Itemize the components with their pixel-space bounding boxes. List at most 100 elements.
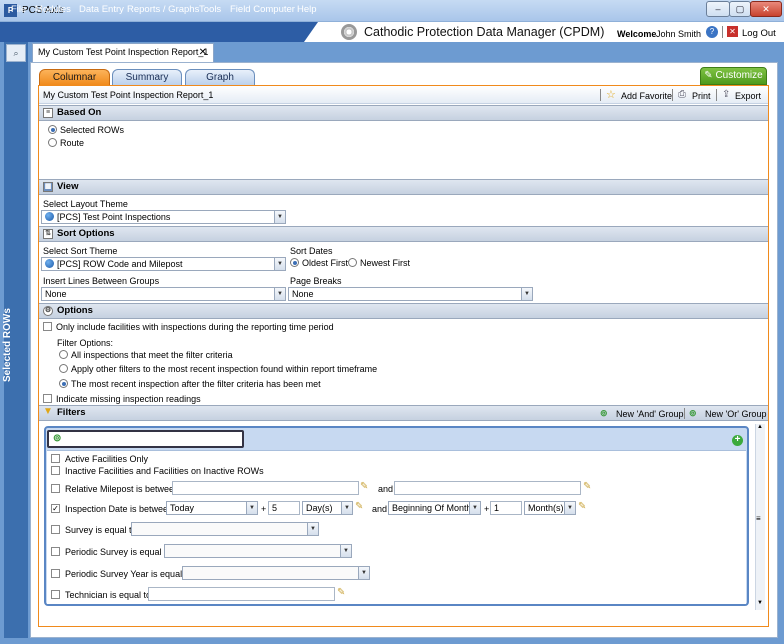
milepost-checkbox[interactable]	[51, 484, 60, 493]
radio-label: Route	[60, 138, 85, 148]
logout-icon[interactable]: ✕	[727, 26, 738, 37]
scroll-down-icon[interactable]: ▼	[757, 600, 763, 606]
chevron-down-icon: ▼	[246, 502, 257, 514]
app-title: Cathodic Protection Data Manager (CPDM)	[364, 25, 605, 39]
sort-theme-select[interactable]: [PCS] ROW Code and Milepost ▼	[41, 257, 286, 271]
menu-reports-graphs[interactable]: Reports / Graphs	[127, 0, 199, 20]
unit1-value: Day(s)	[306, 503, 333, 513]
radio-icon	[59, 364, 68, 373]
tab-graph[interactable]: Graph	[185, 69, 255, 85]
radio-label: All inspections that meet the filter cri…	[71, 350, 233, 360]
unit2-select[interactable]: Month(s) ▼	[524, 501, 576, 515]
date-end-select[interactable]: Beginning Of Month ▼	[388, 501, 481, 515]
chevron-down-icon: ▼	[521, 288, 532, 300]
active-facilities-label: Active Facilities Only	[65, 454, 149, 464]
customize-button[interactable]: ✎ Customize	[700, 67, 767, 85]
inactive-facilities-checkbox[interactable]	[51, 466, 60, 475]
milepost-from-input[interactable]	[172, 481, 359, 495]
export-button[interactable]: Export	[735, 91, 761, 101]
milepost-to-input[interactable]	[394, 481, 581, 495]
radio-icon	[48, 125, 57, 134]
pencil-icon[interactable]: ✎	[355, 501, 363, 512]
menu-tools[interactable]: Tools	[199, 0, 221, 20]
unit1-select[interactable]: Day(s) ▼	[302, 501, 353, 515]
section-sort-options: ⇅ Sort Options	[39, 226, 768, 242]
filters-scrollbar[interactable]: ▲ ≡ ▼	[755, 424, 765, 610]
user-name: John Smith	[656, 29, 702, 39]
tab-columnar[interactable]: Columnar	[39, 69, 110, 85]
menu-file[interactable]: File	[11, 0, 26, 20]
and-group-icon: ⊚	[53, 433, 62, 444]
survey-checkbox[interactable]	[51, 525, 60, 534]
minimize-button[interactable]: –	[706, 1, 730, 17]
chevron-down-icon: ▼	[358, 567, 369, 579]
inspection-date-checkbox[interactable]: ✓	[51, 504, 60, 513]
menu-modules[interactable]: Modules	[35, 0, 71, 20]
document-icon: ≡	[43, 108, 53, 118]
document-tab[interactable]: My Custom Test Point Inspection Report_1…	[32, 43, 214, 62]
selected-rows-panel-label[interactable]: Selected ROWs	[2, 300, 30, 390]
pencil-icon[interactable]: ✎	[578, 501, 586, 512]
offset1-input[interactable]: 5	[268, 501, 300, 515]
menu-field-computer[interactable]: Field Computer	[230, 0, 295, 20]
section-title: Sort Options	[57, 228, 115, 239]
menu-data-entry[interactable]: Data Entry	[79, 0, 124, 20]
close-tab-icon[interactable]: ✕	[199, 44, 207, 61]
radio-most-recent[interactable]: The most recent inspection after the fil…	[59, 379, 321, 389]
welcome-label: Welcome	[617, 29, 657, 39]
pencil-icon[interactable]: ✎	[583, 481, 591, 492]
pencil-icon[interactable]: ✎	[360, 481, 368, 492]
globe-icon	[45, 212, 54, 221]
printer-icon: ⎙	[678, 89, 686, 100]
chevron-down-icon: ▼	[274, 211, 285, 223]
search-icon[interactable]: ⌕	[6, 44, 26, 62]
radio-icon	[290, 258, 299, 267]
insert-lines-select[interactable]: None ▼	[41, 287, 286, 301]
add-filter-icon[interactable]: +	[732, 435, 743, 446]
survey-select[interactable]: ▼	[131, 522, 319, 536]
menu-help[interactable]: Help	[297, 0, 317, 20]
plus-label: +	[484, 504, 490, 514]
only-include-label: Only include facilities with inspections…	[56, 322, 334, 332]
periodic-year-checkbox[interactable]	[51, 569, 60, 578]
pencil-icon[interactable]: ✎	[337, 587, 345, 598]
date-start-select[interactable]: Today ▼	[166, 501, 258, 515]
missing-readings-checkbox[interactable]	[43, 394, 52, 403]
close-button[interactable]: ✕	[750, 1, 782, 17]
radio-all-inspections[interactable]: All inspections that meet the filter cri…	[59, 350, 233, 360]
scroll-grip-icon[interactable]: ≡	[756, 514, 761, 523]
technician-input[interactable]	[148, 587, 335, 601]
report-name: My Custom Test Point Inspection Report_1	[43, 90, 214, 100]
only-include-checkbox[interactable]	[43, 322, 52, 331]
sort-dates-label: Sort Dates	[290, 246, 333, 256]
insert-lines-value: None	[45, 289, 67, 299]
help-icon[interactable]: ?	[706, 26, 718, 38]
scroll-up-icon[interactable]: ▲	[757, 424, 763, 430]
date-end-value: Beginning Of Month	[392, 503, 472, 513]
periodic-survey-select[interactable]: ▼	[164, 544, 352, 558]
new-or-group-button[interactable]: New 'Or' Group	[705, 409, 766, 419]
print-button[interactable]: Print	[692, 91, 711, 101]
periodic-survey-checkbox[interactable]	[51, 547, 60, 556]
add-favorite-button[interactable]: Add Favorite	[621, 91, 672, 101]
maximize-button[interactable]: ▢	[729, 1, 751, 17]
logout-link[interactable]: Log Out	[742, 28, 776, 39]
radio-selected-rows[interactable]: Selected ROWs	[48, 125, 124, 135]
radio-apply-other-filters[interactable]: Apply other filters to the most recent i…	[59, 364, 377, 374]
periodic-year-select[interactable]: ▼	[182, 566, 370, 580]
section-title: Options	[57, 305, 93, 316]
radio-label: The most recent inspection after the fil…	[71, 379, 321, 389]
new-and-group-button[interactable]: New 'And' Group	[616, 409, 683, 419]
page-breaks-select[interactable]: None ▼	[288, 287, 533, 301]
radio-label: Apply other filters to the most recent i…	[71, 364, 378, 374]
radio-oldest-first[interactable]: Oldest First	[290, 258, 348, 268]
technician-checkbox[interactable]	[51, 590, 60, 599]
active-facilities-checkbox[interactable]	[51, 454, 60, 463]
offset2-input[interactable]: 1	[490, 501, 522, 515]
globe-icon	[45, 259, 54, 268]
tab-summary[interactable]: Summary	[112, 69, 182, 85]
filter-group-operator[interactable]: ⊚	[47, 430, 244, 448]
radio-newest-first[interactable]: Newest First	[348, 258, 410, 268]
layout-theme-select[interactable]: [PCS] Test Point Inspections ▼	[41, 210, 286, 224]
radio-route[interactable]: Route	[48, 138, 84, 148]
